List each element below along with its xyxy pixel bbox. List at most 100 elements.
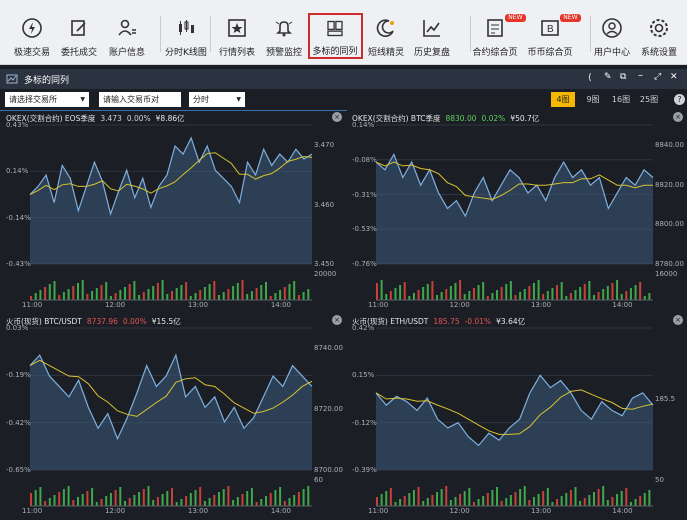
volume-bar xyxy=(260,285,263,300)
volume-tick: 16000 xyxy=(655,270,678,278)
close-panel-icon[interactable]: × xyxy=(332,315,342,325)
volume-bar xyxy=(648,293,651,300)
volume-bar xyxy=(399,285,402,300)
chart-panel[interactable]: OKEX(交割合约) EOS季度 3.473 0.00% ¥8.86亿 × 0.43% 0.… xyxy=(0,110,347,315)
volume-bar xyxy=(274,293,277,300)
volume-bar xyxy=(597,292,600,300)
minimize-icon[interactable]: – xyxy=(638,70,643,81)
volume-bar xyxy=(588,281,591,300)
time-tick: 14:00 xyxy=(270,301,291,309)
volume-bar xyxy=(449,500,452,506)
y-tick-left: 0.43% xyxy=(6,121,29,129)
volume-bar xyxy=(77,283,79,300)
volume-bar xyxy=(91,291,94,300)
user-center-button[interactable]: 用户中心 xyxy=(594,4,630,61)
restore-icon[interactable]: ⧉ xyxy=(620,72,626,82)
close-panel-icon[interactable]: × xyxy=(332,112,342,122)
system-settings-button[interactable]: 系统设置 xyxy=(641,4,677,61)
pair-input[interactable]: 请输入交易币对 xyxy=(99,92,181,107)
chart-panel[interactable]: 火币(现货) BTC/USDT 8737.96 0.00% ¥15.5亿 × 0.03% -… xyxy=(0,314,346,520)
y-tick-right: 8820.00 xyxy=(655,180,684,189)
y-tick-right: 8780.00 xyxy=(655,260,684,268)
y-tick-left: -0.39% xyxy=(352,466,377,474)
volume-bar xyxy=(454,497,457,506)
time-tick: 12:00 xyxy=(449,301,470,309)
share-icon[interactable]: ⟨ xyxy=(588,73,592,83)
volume-bar xyxy=(232,286,235,300)
alert-monitor-button[interactable]: 预警监控 xyxy=(266,4,302,61)
volume-bar xyxy=(436,492,439,506)
volume-bar xyxy=(620,491,623,506)
coin-overview-button[interactable]: B 币币综合页 NEW xyxy=(528,4,581,61)
pin-icon[interactable]: ✎ xyxy=(604,72,612,82)
contract-overview-button[interactable]: 合约综合页 NEW xyxy=(473,4,526,61)
star-box-icon xyxy=(228,19,246,37)
volume-bar xyxy=(297,295,300,300)
quick-trade-button[interactable]: 极速交易 xyxy=(14,4,50,61)
time-tick: 11:00 xyxy=(368,507,389,515)
multi-symbol-button[interactable]: 多标的同列 xyxy=(307,13,363,59)
volume-bar xyxy=(180,499,183,506)
account-info-button[interactable]: 账户信息 xyxy=(109,4,145,61)
alert-monitor-label: 预警监控 xyxy=(266,48,303,58)
time-kline-button[interactable]: 分时K线图 xyxy=(165,4,207,61)
volume-bar xyxy=(468,291,471,300)
volume-bar xyxy=(156,283,159,300)
quote-list-button[interactable]: 行情列表 xyxy=(219,4,255,61)
history-replay-button[interactable]: 历史复盘 xyxy=(414,4,450,61)
volume-bar xyxy=(175,502,178,506)
panel-title: OKEX(交割合约) BTC季度 8830.00 0.02% ¥50.7亿 xyxy=(352,113,544,124)
maximize-icon[interactable]: ⤢ xyxy=(654,72,661,82)
toolbar-separator xyxy=(210,16,211,52)
close-panel-icon[interactable]: × xyxy=(673,315,683,325)
volume-bar xyxy=(556,285,559,300)
quote-list-label: 行情列表 xyxy=(219,48,256,58)
volume-bar xyxy=(496,487,499,506)
range-16[interactable]: 16图 xyxy=(609,92,633,107)
volume-bar xyxy=(283,501,286,506)
y-tick-left: 0.14% xyxy=(6,167,29,176)
volume-bar xyxy=(440,292,443,300)
volume-bar xyxy=(472,502,475,506)
chart-panel[interactable]: OKEX(交割合约) BTC季度 8830.00 0.02% ¥50.7亿 × 0.14%… xyxy=(346,111,687,314)
volume-bar xyxy=(246,491,249,506)
volume-bar xyxy=(218,295,220,300)
order-entrust-button[interactable]: 委托成交 xyxy=(61,4,97,61)
volume-bar xyxy=(408,493,411,506)
volume-bar xyxy=(152,500,155,506)
volume-bar xyxy=(44,287,47,300)
chart-icon xyxy=(6,74,18,84)
close-panel-icon[interactable]: × xyxy=(673,112,683,122)
volume-bar xyxy=(222,292,225,300)
y-tick-left: -0.42% xyxy=(6,418,31,427)
short-line-button[interactable]: 短线精灵 xyxy=(368,4,404,61)
period-select[interactable]: 分时 ▼ xyxy=(189,92,245,107)
volume-bar xyxy=(565,493,568,506)
chart-panel[interactable]: 火币(现货) ETH/USDT 185.75 -0.01% ¥3.64亿 × 0.42% 0… xyxy=(346,314,687,520)
exchange-select[interactable]: 请选择交易所 ▼ xyxy=(5,92,89,107)
range-4[interactable]: 4图 xyxy=(551,92,575,107)
volume-bar xyxy=(514,295,517,300)
y-tick-right: 3.470 xyxy=(314,141,335,149)
volume-bar xyxy=(394,502,397,506)
volume-bar xyxy=(380,494,383,506)
volume-bar xyxy=(138,295,141,300)
price-chart xyxy=(29,327,313,507)
volume-bar xyxy=(293,495,296,506)
time-tick: 13:00 xyxy=(530,301,552,309)
volume-bar xyxy=(302,292,305,300)
panel-volume: ¥50.7亿 xyxy=(510,114,540,123)
range-9[interactable]: 9图 xyxy=(581,92,605,107)
volume-bar xyxy=(496,290,499,300)
volume-bar xyxy=(269,493,272,506)
help-icon[interactable]: ? xyxy=(674,94,685,105)
y-tick-right: 8720.00 xyxy=(314,405,343,413)
y-tick-right: 185.5 xyxy=(655,395,676,403)
close-icon[interactable]: ✕ xyxy=(670,72,678,82)
volume-bar xyxy=(449,286,452,300)
volume-bar xyxy=(39,487,42,506)
volume-bar xyxy=(288,284,291,300)
volume-bar xyxy=(509,495,512,506)
range-25[interactable]: 25图 xyxy=(637,92,661,107)
volume-bar xyxy=(133,281,136,300)
